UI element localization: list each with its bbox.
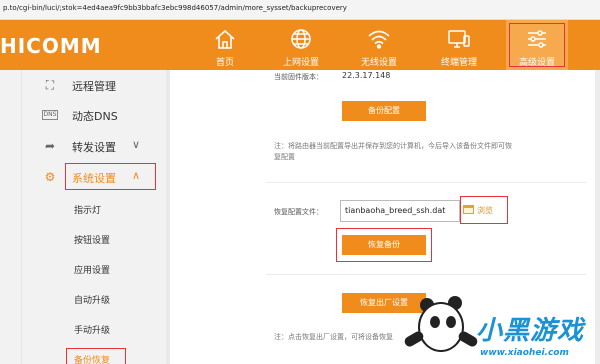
backup-config-button[interactable]: 备份配置 [342,101,426,121]
sidebar-item-remote-management[interactable]: ⛶ 远程管理 [22,70,168,100]
gear-icon: ⚙ [44,170,56,184]
sidebar-item-label: 系统设置 [72,172,116,185]
sidebar-item-label: 转发设置 [72,141,116,154]
firmware-version-value: 22.3.17.148 [342,71,391,80]
nav-internet-label: 上网设置 [282,58,319,68]
sidebar-subitem-label: 手动升级 [74,326,111,336]
top-header: HICOMM 首页 上网设置 无线设置 终端管理 高级设置 [0,20,600,70]
firmware-version-label: 当前固件版本： [274,73,323,81]
highlight-box [460,196,508,224]
panda-eye [446,316,456,328]
nav-advanced-settings[interactable]: 高级设置 [506,20,568,70]
sidebar-subitem-indicator[interactable]: 指示灯 [22,194,168,224]
sidebar-edge [0,70,22,364]
sidebar-subitem-label: 指示灯 [74,206,102,216]
section-divider [266,182,586,183]
sliders-icon [528,30,546,48]
home-icon [215,29,235,49]
sidebar-subitem-backup-restore[interactable]: 备份恢复 [22,344,168,364]
restore-file-label: 恢复配置文件： [274,208,323,216]
dns-icon: DNS [42,110,58,120]
panda-eye [430,316,440,328]
nav-home[interactable]: 首页 [190,20,260,70]
sidebar-item-ddns[interactable]: DNS 动态DNS [22,100,168,130]
watermark-title: 小黑游戏 [476,316,585,346]
sidebar-item-system-settings[interactable]: ⚙ 系统设置 ∧ [22,162,168,192]
globe-icon [291,29,311,49]
sidebar-subitem-auto-upgrade[interactable]: 自动升级 [22,284,168,314]
watermark-url: www.xiaohei.com [480,348,569,358]
restore-file-input[interactable]: tianbaoha_breed_ssh.dat [340,200,460,222]
address-url[interactable]: p.to/cgi-bin/luci/;stok=4ed4aea9fc9bb3bb… [3,4,347,12]
panda-mascot [418,302,464,352]
brand-logo: HICOMM [0,34,102,58]
nav-wireless-label: 无线设置 [360,58,397,68]
sidebar-subitem-label: 备份恢复 [74,356,111,364]
sidebar-item-label: 动态DNS [72,110,118,123]
sidebar-item-label: 远程管理 [72,80,116,93]
nav-advanced-label: 高级设置 [518,58,555,68]
panda-arm [402,329,426,349]
nav-internet-settings[interactable]: 上网设置 [266,20,336,70]
sidebar: ⛶ 远程管理 DNS 动态DNS ➦ 转发设置 ∨ ⚙ 系统设置 ∧ 指示灯 按… [0,70,170,364]
sidebar-subitem-button-settings[interactable]: 按钮设置 [22,224,168,254]
backup-note: 注：将路由器当前配置导出并保存到您的计算机，今后导入该备份文件即可恢复配置 [274,142,512,161]
browser-address-bar[interactable]: p.to/cgi-bin/luci/;stok=4ed4aea9fc9bb3bb… [0,0,600,20]
nav-wireless-settings[interactable]: 无线设置 [344,20,414,70]
nav-device-label: 终端管理 [440,58,477,68]
chevron-up-icon: ∧ [132,169,141,182]
highlight-box [336,228,432,262]
chevron-down-icon: ∨ [132,138,141,151]
sidebar-item-forwarding[interactable]: ➦ 转发设置 ∨ [22,131,168,161]
nav-home-label: 首页 [215,58,234,68]
sidebar-subitem-label: 应用设置 [74,266,111,276]
sidebar-subitem-app-settings[interactable]: 应用设置 [22,254,168,284]
site-watermark: 小黑游戏 www.xiaohei.com [398,288,600,364]
sidebar-subitem-label: 按钮设置 [74,236,111,246]
device-icon [448,30,470,48]
remote-icon: ⛶ [45,78,55,92]
sidebar-subitem-manual-upgrade[interactable]: 手动升级 [22,314,168,344]
wifi-icon [368,30,390,49]
forward-icon: ➦ [44,139,56,153]
nav-device-management[interactable]: 终端管理 [424,20,494,70]
section-divider [266,274,586,275]
sidebar-subitem-label: 自动升级 [74,296,111,306]
